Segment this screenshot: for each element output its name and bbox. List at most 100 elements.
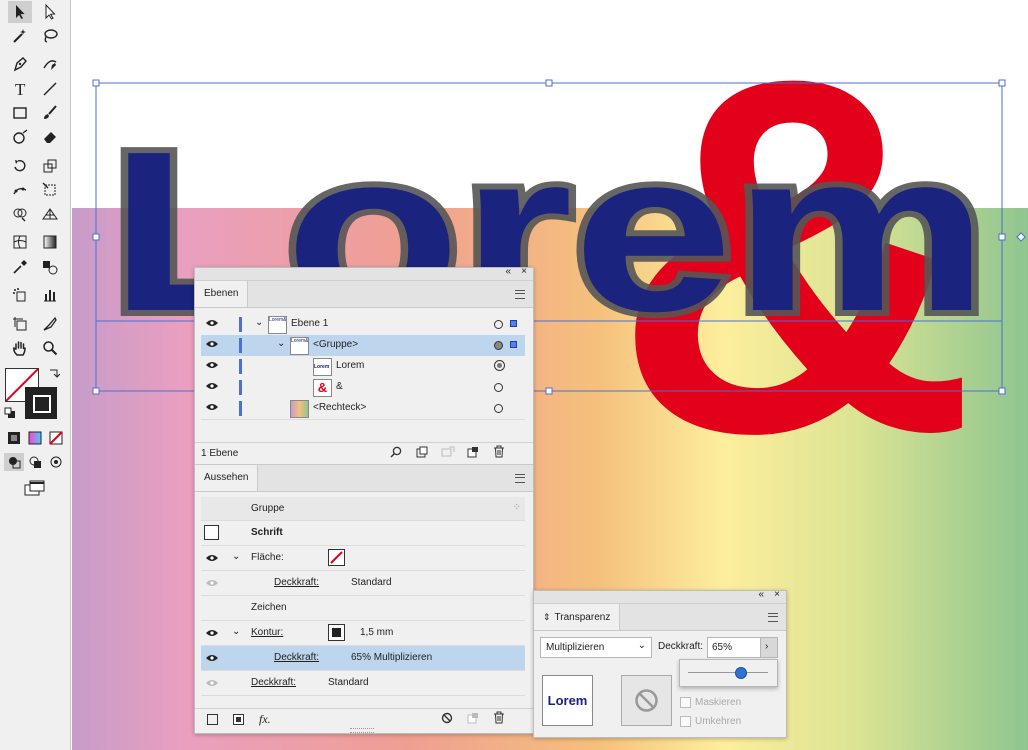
visibility-eye-icon[interactable] [205, 318, 219, 328]
characters-row[interactable]: Zeichen [201, 596, 525, 621]
column-graph-tool-icon[interactable] [38, 284, 62, 306]
layer-row[interactable]: <Rechteck> [201, 398, 525, 420]
add-effect-button[interactable]: fx. [259, 712, 271, 727]
color-mode-icon[interactable] [4, 429, 24, 447]
visibility-eye-icon[interactable] [205, 381, 219, 391]
stroke-swatch[interactable] [328, 624, 345, 641]
line-segment-tool-icon[interactable] [38, 78, 62, 100]
fill-opacity-row[interactable]: Deckkraft: Standard [201, 571, 525, 596]
visibility-eye-icon[interactable] [205, 653, 219, 663]
object-opacity-row[interactable]: Deckkraft: Standard [201, 671, 525, 696]
layer-row[interactable]: Lorem Lorem [201, 356, 525, 378]
default-fill-stroke-icon[interactable] [3, 406, 17, 420]
artboard-tool-icon[interactable] [8, 313, 32, 335]
stroke-label[interactable]: Kontur: [251, 627, 283, 638]
opacity-slider-toggle[interactable]: › [760, 637, 778, 658]
direct-selection-tool-icon[interactable] [38, 1, 62, 23]
chevron-down-icon[interactable]: ⌄ [277, 338, 285, 349]
visibility-eye-icon[interactable] [205, 360, 219, 370]
gradient-tool-icon[interactable] [38, 231, 62, 253]
opacity-slider-track[interactable] [688, 672, 768, 673]
visibility-eye-icon[interactable] [205, 578, 219, 588]
draw-normal-icon[interactable] [4, 453, 24, 471]
visibility-eye-icon[interactable] [205, 339, 219, 349]
grid-pattern-icon[interactable]: ⁘ [513, 502, 521, 513]
shape-builder-tool-icon[interactable] [8, 203, 32, 225]
export-layer-icon[interactable] [416, 446, 428, 458]
dock-titlebar[interactable]: « × [195, 266, 533, 281]
shaper-tool-icon[interactable] [8, 126, 32, 148]
layer-row[interactable]: ⌄ Lorem& <Gruppe> [201, 335, 525, 357]
new-sublayer-icon[interactable] [467, 446, 479, 458]
free-transform-tool-icon[interactable] [38, 179, 62, 201]
fill-none-swatch[interactable] [328, 549, 345, 566]
visibility-eye-icon[interactable] [205, 402, 219, 412]
search-icon[interactable] [390, 446, 402, 458]
stroke-row[interactable]: ⌄ Kontur: 1,5 mm [201, 621, 525, 646]
object-opacity-label[interactable]: Deckkraft: [251, 677, 296, 688]
blend-mode-select[interactable]: Multiplizieren ⌄ [540, 637, 652, 658]
symbol-sprayer-tool-icon[interactable] [8, 284, 32, 306]
swap-fill-stroke-icon[interactable] [46, 366, 62, 382]
visibility-eye-icon[interactable] [205, 553, 219, 563]
type-tool-icon[interactable]: T [8, 78, 32, 100]
curvature-tool-icon[interactable] [38, 53, 62, 75]
perspective-grid-tool-icon[interactable] [38, 203, 62, 225]
eraser-tool-icon[interactable] [38, 126, 62, 148]
duplicate-item-icon[interactable] [467, 712, 479, 724]
rectangle-tool-icon[interactable] [8, 102, 32, 124]
selection-square-icon[interactable] [510, 320, 517, 327]
draw-inside-icon[interactable] [46, 453, 66, 471]
tab-transparenz[interactable]: ⇕ Transparenz [534, 604, 621, 630]
tab-aussehen[interactable]: Aussehen [195, 465, 259, 491]
screen-mode-icon[interactable] [22, 478, 48, 498]
chevron-down-icon[interactable]: ⌄ [232, 626, 240, 637]
trash-icon[interactable] [493, 711, 505, 724]
target-circle-icon[interactable] [494, 383, 503, 392]
layer-row[interactable]: ⌄ Lorem& Ebene 1 [201, 314, 525, 336]
clipping-mask-icon[interactable] [441, 446, 455, 458]
target-circle-icon[interactable] [494, 404, 503, 413]
layer-row[interactable]: & & [201, 377, 525, 399]
add-stroke-icon[interactable] [207, 714, 218, 725]
object-thumbnail[interactable]: Lorem [542, 675, 593, 726]
scale-tool-icon[interactable] [38, 155, 62, 177]
opacity-input[interactable]: 65% [707, 637, 761, 658]
visibility-eye-icon[interactable] [205, 678, 219, 688]
slice-tool-icon[interactable] [38, 313, 62, 335]
puppet-warp-tool-icon[interactable] [8, 179, 32, 201]
draw-behind-icon[interactable] [25, 453, 45, 471]
stroke-swatch[interactable] [25, 387, 57, 419]
appearance-menu-icon[interactable] [515, 474, 525, 483]
paintbrush-tool-icon[interactable] [38, 102, 62, 124]
stroke-opacity-row[interactable]: Deckkraft: 65% Multiplizieren [201, 646, 525, 671]
stroke-opacity-label[interactable]: Deckkraft: [274, 652, 319, 663]
transparency-menu-icon[interactable] [768, 613, 778, 622]
gradient-mode-icon[interactable] [25, 429, 45, 447]
add-fill-icon[interactable] [233, 714, 244, 725]
layers-menu-icon[interactable] [515, 290, 525, 299]
collapse-panel-icon[interactable]: « [758, 589, 764, 600]
resize-grip[interactable] [350, 728, 374, 733]
none-mode-icon[interactable] [46, 429, 66, 447]
visibility-eye-icon[interactable] [205, 628, 219, 638]
opacity-slider-handle[interactable] [735, 667, 747, 679]
close-panel-icon[interactable]: × [521, 266, 527, 277]
close-panel-icon[interactable]: × [774, 589, 780, 600]
mesh-tool-icon[interactable] [8, 231, 32, 253]
selection-tool-icon[interactable] [8, 1, 32, 23]
target-circle-icon[interactable] [494, 360, 505, 371]
fill-row[interactable]: ⌄ Fläche: [201, 546, 525, 571]
selection-square-icon[interactable] [510, 341, 517, 348]
mask-thumbnail[interactable] [621, 675, 672, 726]
rotate-tool-icon[interactable] [8, 155, 32, 177]
transparency-titlebar[interactable]: « × [534, 589, 786, 604]
target-circle-icon[interactable] [494, 341, 503, 350]
mask-checkbox[interactable] [680, 697, 691, 708]
hand-tool-icon[interactable] [8, 337, 32, 359]
eyedropper-tool-icon[interactable] [8, 256, 32, 278]
zoom-tool-icon[interactable] [38, 337, 62, 359]
chevron-down-icon[interactable]: ⌄ [255, 317, 263, 328]
chevron-down-icon[interactable]: ⌄ [232, 551, 240, 562]
magic-wand-tool-icon[interactable] [8, 25, 32, 47]
